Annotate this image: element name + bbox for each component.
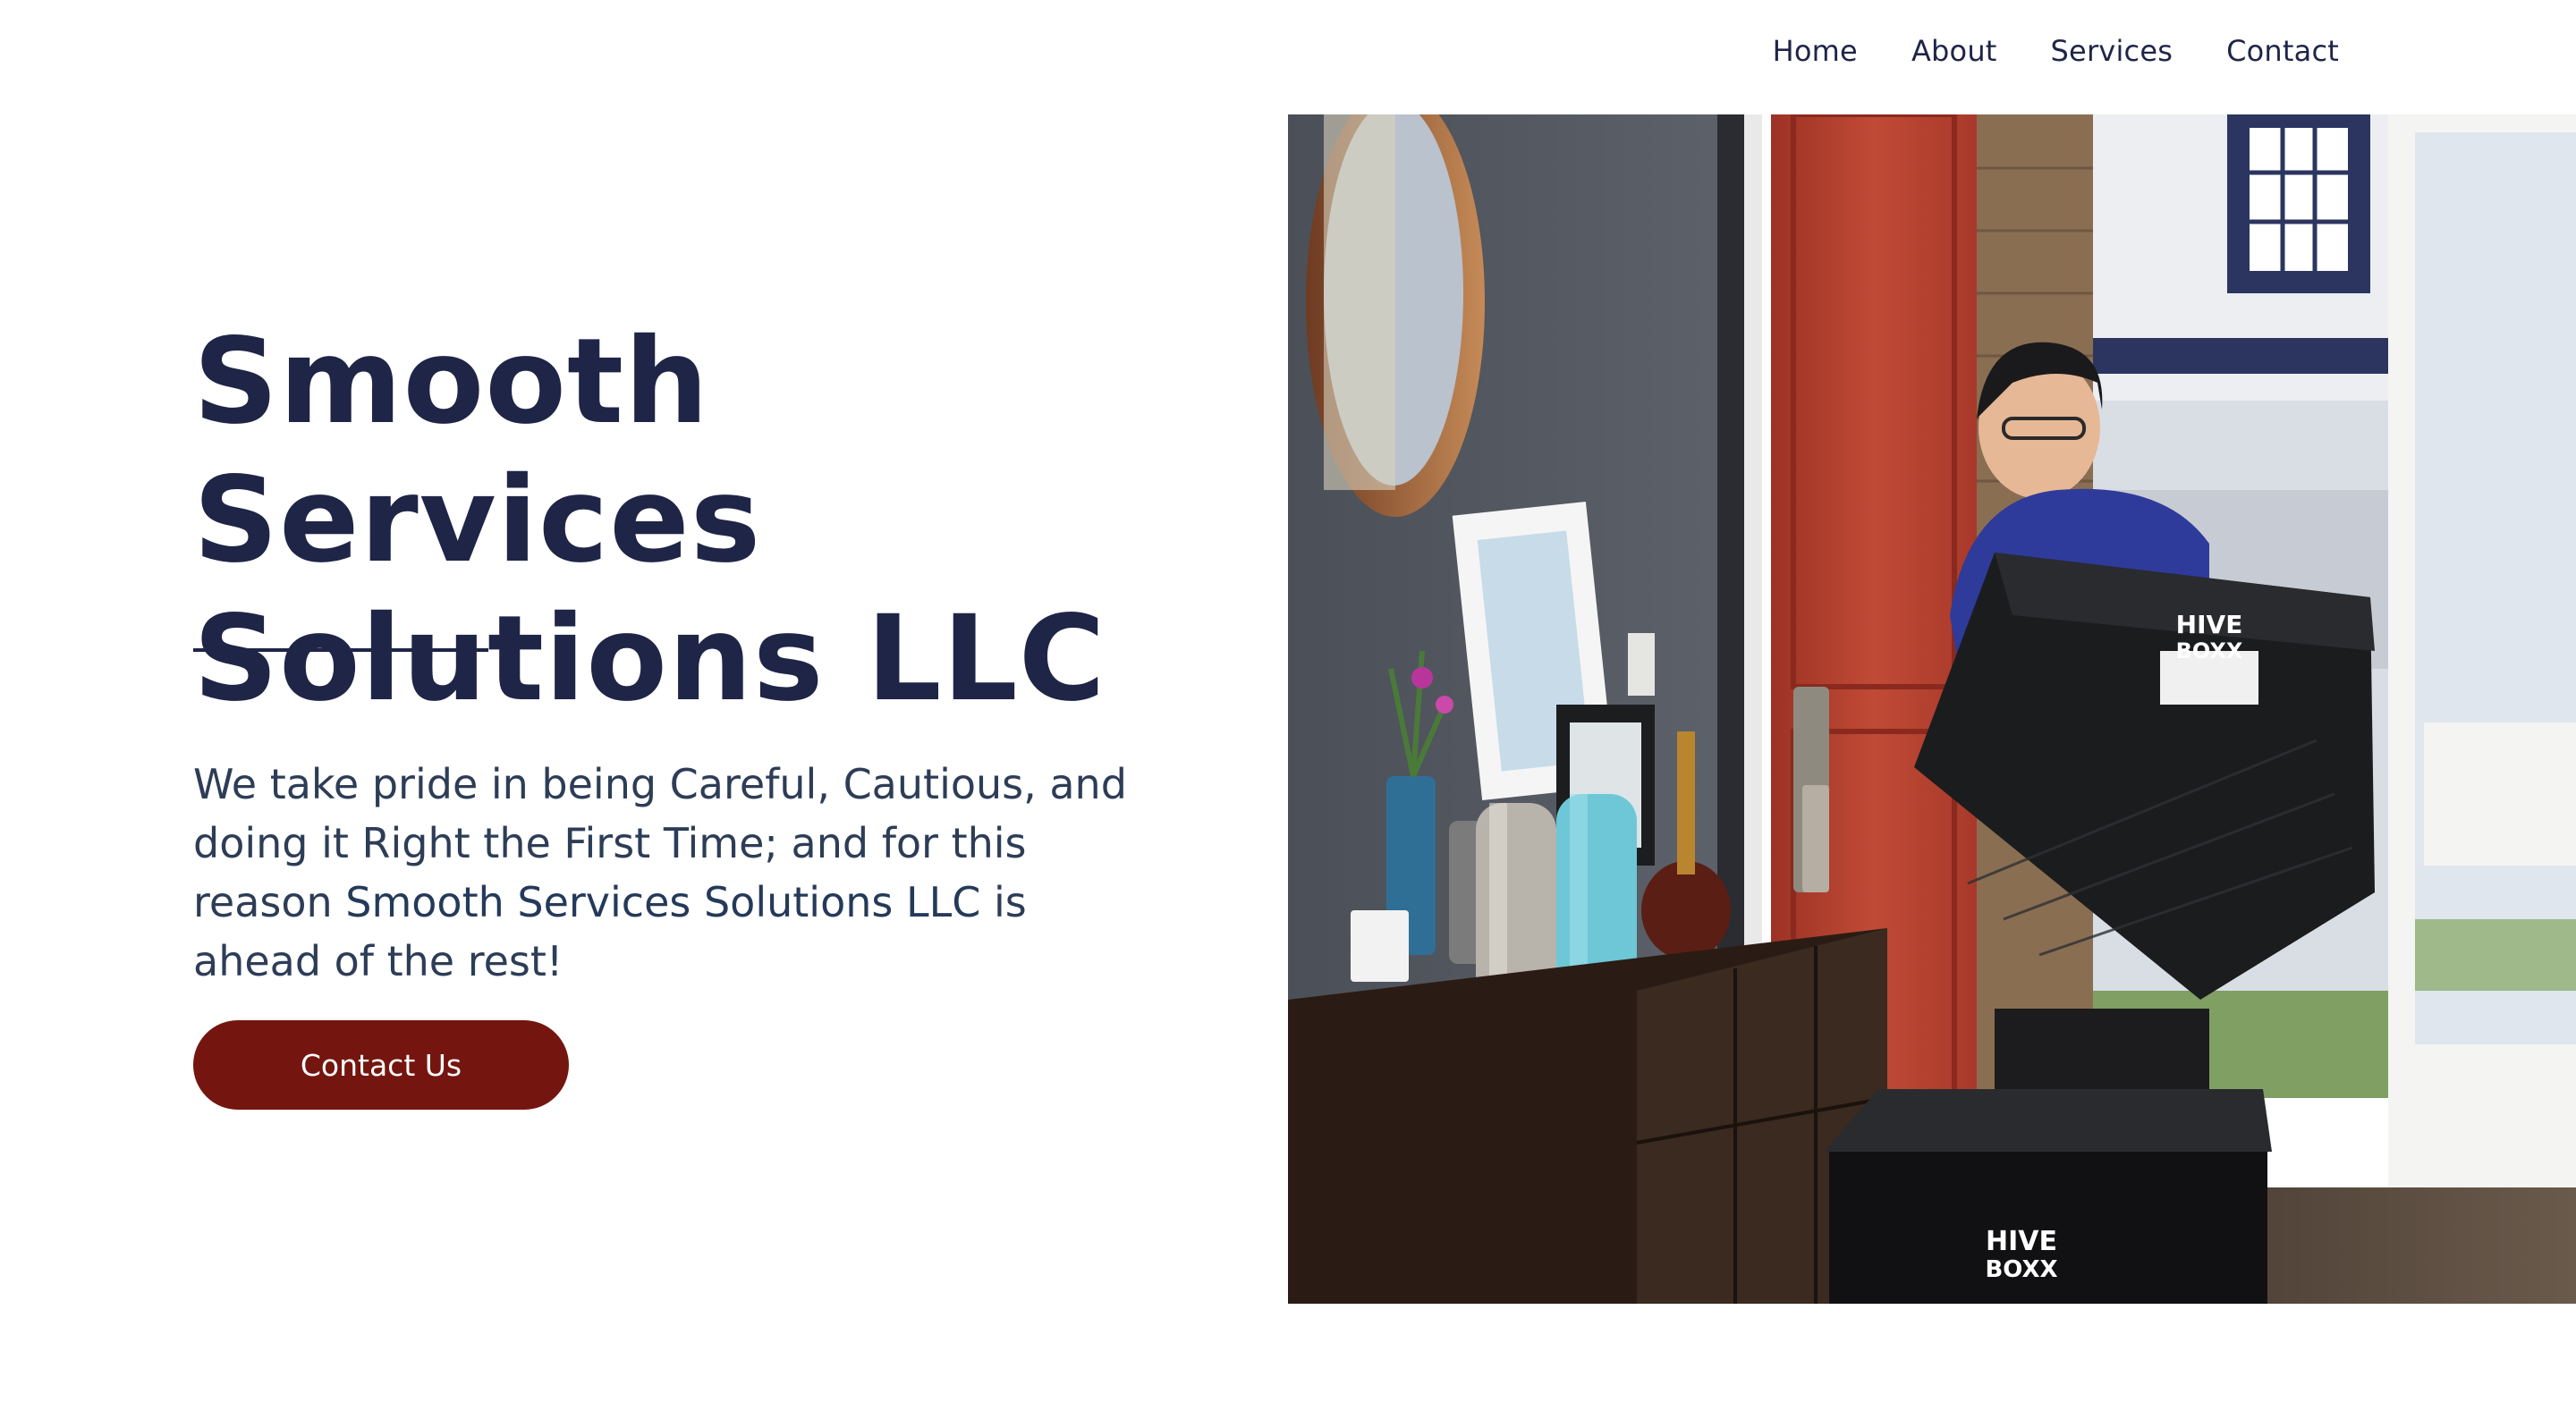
hero-photo: HIVE BOXX HIVE BOXX [1288,114,2576,1304]
bottom-bin-brand-line2: BOXX [1985,1256,2057,1283]
bottom-bin-brand-line1: HIVE [1986,1226,2057,1257]
hero-title: Smooth Services Solutions LLC [193,313,1106,728]
top-bin-brand-line1: HIVE [2176,610,2243,639]
nav-about-link[interactable]: About [1911,34,1997,68]
nav-contact-link[interactable]: Contact [2226,34,2339,68]
contact-us-button[interactable]: Contact Us [193,1020,569,1110]
title-divider [193,648,488,652]
nav-home-link[interactable]: Home [1773,34,1858,68]
description-company-name: Smooth Services Solutions LLC [345,878,981,926]
hero-description: We take pride in being Careful, Cautious… [193,755,1141,991]
top-bin-brand-line2: BOXX [2176,638,2243,663]
nav-services-link[interactable]: Services [2051,34,2174,68]
main-nav: Home About Services Contact [1773,34,2339,68]
